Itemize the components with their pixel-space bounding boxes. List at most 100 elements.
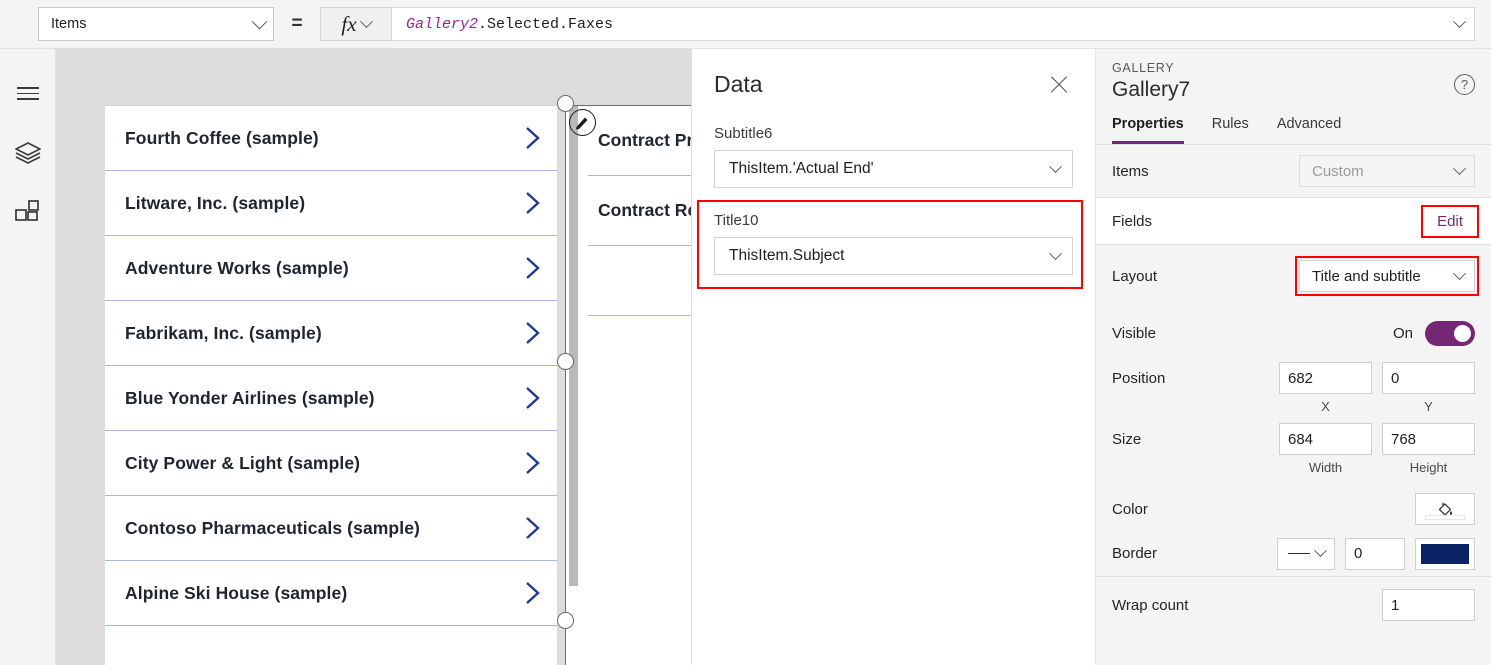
list-item-title: Contoso Pharmaceuticals (sample): [125, 517, 420, 538]
list-item-title: Fabrikam, Inc. (sample): [125, 322, 322, 343]
data-panel-title: Data: [714, 71, 763, 97]
chevron-right-icon[interactable]: [509, 450, 557, 476]
row-label-layout: Layout: [1112, 267, 1158, 285]
items-value: Custom: [1312, 162, 1364, 180]
chevron-right-icon[interactable]: [509, 385, 557, 411]
chevron-down-icon: [1453, 161, 1466, 175]
chevron-right-icon[interactable]: [509, 255, 557, 281]
list-item[interactable]: Litware, Inc. (sample): [105, 171, 557, 236]
items-dropdown[interactable]: Custom: [1299, 155, 1475, 187]
list-item[interactable]: City Power & Light (sample): [105, 431, 557, 496]
data-field-dropdown[interactable]: ThisItem.'Actual End': [714, 150, 1073, 188]
border-controls: 0: [1277, 537, 1475, 570]
fx-button[interactable]: fx: [320, 7, 392, 41]
formula-input[interactable]: Gallery2 .Selected.Faxes: [392, 7, 1475, 41]
border-color-button[interactable]: [1415, 537, 1475, 570]
formula-token-object: Gallery2: [406, 15, 479, 33]
chevron-right-icon[interactable]: [509, 580, 557, 606]
sidebar-item-menu[interactable]: [0, 63, 56, 123]
row-visible: Visible On: [1096, 307, 1491, 359]
border-color-swatch: [1421, 543, 1469, 564]
data-field-subtitle6: Subtitle6 ThisItem.'Actual End': [692, 125, 1095, 188]
size-width-caption: Width: [1308, 460, 1343, 475]
chevron-down-icon: [1453, 266, 1466, 280]
size-inputs: 684 768: [1279, 423, 1475, 455]
data-panel: Data Subtitle6 ThisItem.'Actual End' Tit…: [691, 49, 1095, 665]
position-inputs: 682 0: [1279, 362, 1475, 394]
position-x-input[interactable]: 682: [1279, 362, 1372, 394]
data-field-dropdown[interactable]: ThisItem.Subject: [714, 237, 1073, 275]
row-color: Color: [1096, 487, 1491, 531]
chevron-right-icon[interactable]: [509, 125, 557, 151]
sidebar-item-screens[interactable]: [0, 123, 56, 183]
border-style-dropdown[interactable]: [1277, 537, 1335, 570]
row-border: Border 0: [1096, 531, 1491, 577]
visible-toggle[interactable]: [1425, 320, 1475, 346]
size-width-input[interactable]: 684: [1279, 423, 1372, 455]
list-item-title: Alpine Ski House (sample): [125, 582, 348, 603]
control-kind-label: GALLERY: [1112, 61, 1175, 75]
wrap-count-input[interactable]: 1: [1382, 589, 1475, 621]
hamburger-menu-icon: [17, 86, 39, 100]
visible-toggle-group[interactable]: On: [1393, 320, 1475, 346]
edit-gallery-badge[interactable]: [569, 109, 596, 136]
size-height-caption: Height: [1409, 460, 1448, 475]
list-item[interactable]: Contoso Pharmaceuticals (sample): [105, 496, 557, 561]
chevron-right-icon[interactable]: [509, 190, 557, 216]
list-item[interactable]: Alpine Ski House (sample): [105, 561, 557, 626]
data-field-value: ThisItem.'Actual End': [729, 160, 874, 177]
size-height-input[interactable]: 768: [1382, 423, 1475, 455]
list-item[interactable]: Blue Yonder Airlines (sample): [105, 366, 557, 431]
help-question-icon[interactable]: ?: [1454, 74, 1475, 95]
color-picker-button[interactable]: [1415, 493, 1475, 525]
fields-edit-link[interactable]: Edit: [1421, 204, 1479, 238]
properties-panel-header: GALLERY Gallery7 ?: [1096, 49, 1491, 102]
close-icon[interactable]: [1045, 71, 1073, 99]
row-label-border: Border: [1112, 545, 1158, 562]
border-thickness-input[interactable]: 0: [1345, 537, 1405, 570]
size-captions: Width Height: [1096, 458, 1491, 475]
row-label-visible: Visible: [1112, 324, 1156, 342]
chevron-down-icon: [1313, 544, 1327, 558]
resize-handle-bottom-left[interactable]: [557, 612, 574, 629]
chevron-down-icon[interactable]: [1453, 14, 1466, 28]
layout-dropdown[interactable]: Title and subtitle: [1295, 256, 1479, 296]
color-swatch-fill: [1425, 515, 1465, 520]
list-item[interactable]: Fabrikam, Inc. (sample): [105, 301, 557, 366]
properties-panel: GALLERY Gallery7 ? Properties Rules Adva…: [1095, 49, 1491, 665]
formula-bar: Items = fx Gallery2 .Selected.Faxes: [0, 0, 1491, 49]
sidebar-item-components[interactable]: [0, 183, 56, 243]
resize-handle-top-left[interactable]: [557, 95, 574, 112]
list-item-title: Fourth Coffee (sample): [125, 127, 319, 148]
equals-sign: =: [291, 13, 303, 34]
row-position: Position 682 0: [1096, 359, 1491, 397]
tab-rules[interactable]: Rules: [1212, 116, 1249, 144]
chevron-down-icon: [359, 14, 373, 28]
tab-properties[interactable]: Properties: [1112, 116, 1184, 144]
chevron-right-icon[interactable]: [509, 320, 557, 346]
list-item-title: Blue Yonder Airlines (sample): [125, 387, 375, 408]
gallery-1[interactable]: Fourth Coffee (sample) Litware, Inc. (sa…: [105, 105, 557, 665]
row-label-fields: Fields: [1112, 212, 1153, 230]
chevron-down-icon: [251, 13, 268, 29]
list-item[interactable]: Fourth Coffee (sample): [105, 106, 557, 171]
row-size: Size 684 768: [1096, 420, 1491, 458]
position-y-input[interactable]: 0: [1382, 362, 1475, 394]
property-selector-dropdown[interactable]: Items: [38, 7, 274, 41]
layers-icon: [15, 142, 41, 164]
resize-handle-middle-left[interactable]: [557, 353, 574, 370]
toggle-knob: [1454, 324, 1471, 342]
formula-token-rest: .Selected.Faxes: [478, 15, 614, 33]
solid-line-icon: [1287, 552, 1310, 555]
chevron-down-icon: [1049, 246, 1062, 260]
list-item-title: City Power & Light (sample): [125, 452, 361, 473]
gallery-2-scrollbar[interactable]: [569, 106, 578, 586]
data-field-label: Subtitle6: [714, 125, 773, 142]
list-item-title: Litware, Inc. (sample): [125, 192, 306, 213]
chevron-right-icon[interactable]: [509, 515, 557, 541]
list-item[interactable]: Adventure Works (sample): [105, 236, 557, 301]
position-captions: X Y: [1096, 397, 1491, 414]
tab-advanced[interactable]: Advanced: [1277, 116, 1342, 144]
row-items: Items Custom: [1096, 145, 1491, 197]
position-x-caption: X: [1321, 399, 1330, 414]
